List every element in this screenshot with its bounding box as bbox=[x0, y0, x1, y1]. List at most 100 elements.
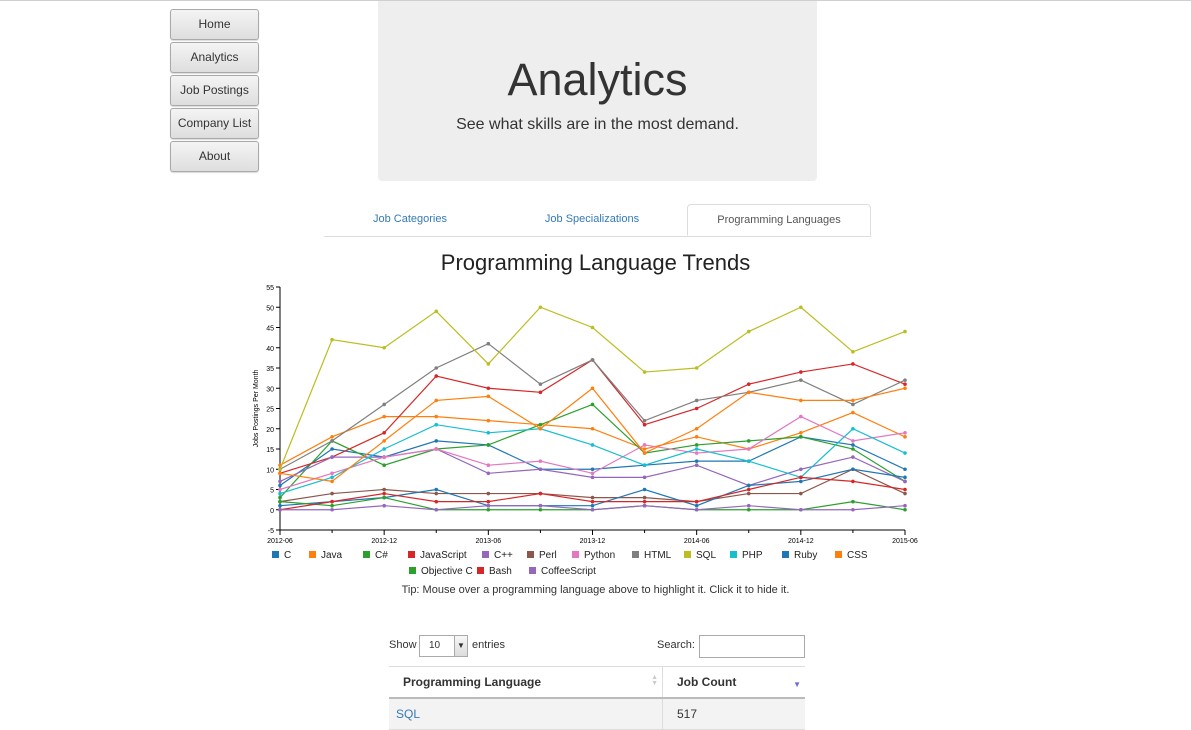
legend-item-css[interactable]: CSS bbox=[835, 550, 868, 561]
data-point bbox=[851, 426, 855, 431]
data-point bbox=[851, 447, 855, 451]
x-tick-label: 2014-06 bbox=[684, 538, 710, 545]
column-header-job-count-label: Job Count bbox=[677, 675, 737, 689]
data-point bbox=[642, 503, 647, 508]
y-tick-label: 35 bbox=[266, 366, 274, 373]
data-point bbox=[590, 495, 595, 500]
page-title: Analytics bbox=[507, 54, 688, 105]
nav-home-button[interactable]: Home bbox=[170, 9, 259, 40]
legend-item-coffeescript[interactable]: CoffeeScript bbox=[529, 566, 596, 577]
data-point bbox=[382, 503, 386, 508]
tab-programming-languages[interactable]: Programming Languages bbox=[687, 204, 871, 236]
data-point bbox=[434, 309, 439, 314]
sort-desc-icon: ▼ bbox=[793, 680, 801, 689]
data-point bbox=[851, 479, 855, 484]
data-point bbox=[434, 366, 439, 370]
data-point bbox=[434, 447, 439, 451]
legend-item-c-[interactable]: C# bbox=[363, 550, 388, 561]
data-point bbox=[642, 418, 647, 423]
legend-swatch bbox=[684, 551, 691, 558]
legend-item-python[interactable]: Python bbox=[572, 550, 615, 561]
data-point bbox=[851, 455, 855, 459]
data-point bbox=[746, 390, 751, 395]
data-point bbox=[903, 475, 907, 480]
data-point bbox=[330, 507, 334, 512]
data-point bbox=[746, 382, 751, 386]
legend-item-java[interactable]: Java bbox=[309, 550, 342, 561]
page-size-select[interactable]: 10 ▼ bbox=[419, 635, 468, 657]
language-link[interactable]: SQL bbox=[389, 697, 663, 730]
data-point bbox=[851, 402, 855, 407]
legend-item-php[interactable]: PHP bbox=[730, 550, 763, 561]
data-point bbox=[486, 394, 491, 399]
data-point bbox=[538, 305, 543, 310]
data-point bbox=[590, 358, 595, 362]
legend-swatch bbox=[272, 551, 279, 558]
data-point bbox=[330, 499, 334, 504]
data-point bbox=[903, 479, 907, 484]
tab-job-categories[interactable]: Job Categories bbox=[324, 204, 496, 235]
legend-item-html[interactable]: HTML bbox=[632, 550, 671, 561]
legend-label: PHP bbox=[742, 550, 763, 561]
data-point bbox=[382, 463, 386, 467]
data-point bbox=[746, 507, 751, 512]
y-tick-label: 15 bbox=[266, 447, 274, 454]
legend-item-c[interactable]: C bbox=[272, 550, 291, 561]
legend-swatch bbox=[529, 567, 536, 574]
legend-label: CSS bbox=[847, 550, 868, 561]
nav-about-button[interactable]: About bbox=[170, 141, 259, 172]
x-tick-label: 2015-06 bbox=[892, 538, 918, 545]
data-point bbox=[694, 459, 699, 463]
data-point bbox=[278, 491, 282, 496]
series-line-objective-c bbox=[279, 496, 906, 511]
legend-item-perl[interactable]: Perl bbox=[527, 550, 557, 561]
legend-item-ruby[interactable]: Ruby bbox=[782, 550, 817, 561]
data-point bbox=[746, 439, 751, 443]
legend-item-c-[interactable]: C++ bbox=[482, 550, 513, 561]
data-point bbox=[851, 443, 855, 447]
data-point bbox=[538, 390, 543, 395]
data-point bbox=[330, 435, 334, 439]
data-point bbox=[278, 483, 282, 488]
legend-item-objective-c[interactable]: Objective C bbox=[409, 566, 473, 577]
tab-job-specializations[interactable]: Job Specializations bbox=[506, 204, 678, 235]
search-input[interactable] bbox=[699, 635, 805, 658]
legend-item-javascript[interactable]: JavaScript bbox=[408, 550, 467, 561]
data-point bbox=[278, 487, 282, 492]
nav-analytics-button[interactable]: Analytics bbox=[170, 42, 259, 73]
nav-company-list-button[interactable]: Company List bbox=[170, 108, 259, 139]
data-point bbox=[330, 491, 334, 496]
data-point bbox=[851, 350, 855, 354]
data-point bbox=[278, 495, 282, 500]
data-point bbox=[486, 386, 491, 391]
legend-swatch bbox=[835, 551, 842, 558]
data-point bbox=[694, 435, 699, 439]
data-point bbox=[538, 467, 543, 472]
nav-job-postings-button[interactable]: Job Postings bbox=[170, 75, 259, 106]
legend-item-bash[interactable]: Bash bbox=[477, 566, 512, 577]
data-point bbox=[694, 463, 699, 467]
data-point bbox=[642, 422, 647, 427]
search-label: Search: bbox=[657, 639, 695, 651]
data-point bbox=[382, 455, 386, 459]
legend-label: HTML bbox=[644, 550, 672, 561]
data-point bbox=[590, 443, 595, 447]
data-point bbox=[382, 345, 386, 350]
legend-item-sql[interactable]: SQL bbox=[684, 550, 716, 561]
data-point bbox=[434, 499, 439, 504]
data-point bbox=[799, 398, 803, 403]
column-header-job-count[interactable]: Job Count ▼ bbox=[662, 666, 805, 699]
data-point bbox=[590, 467, 595, 472]
data-point bbox=[434, 487, 439, 492]
table-row: SQL 517 bbox=[389, 697, 805, 730]
data-point bbox=[278, 503, 282, 508]
data-point bbox=[799, 435, 803, 439]
column-header-language[interactable]: Programming Language ▲ ▼ bbox=[389, 666, 663, 699]
x-tick-label: 2012-12 bbox=[371, 538, 397, 545]
series-line-javascript bbox=[279, 359, 906, 474]
y-tick-label: 0 bbox=[270, 508, 274, 515]
x-tick-label: 2012-06 bbox=[267, 538, 293, 545]
data-point bbox=[851, 507, 855, 512]
chevron-down-icon[interactable]: ▼ bbox=[454, 636, 467, 656]
data-point bbox=[903, 467, 907, 472]
